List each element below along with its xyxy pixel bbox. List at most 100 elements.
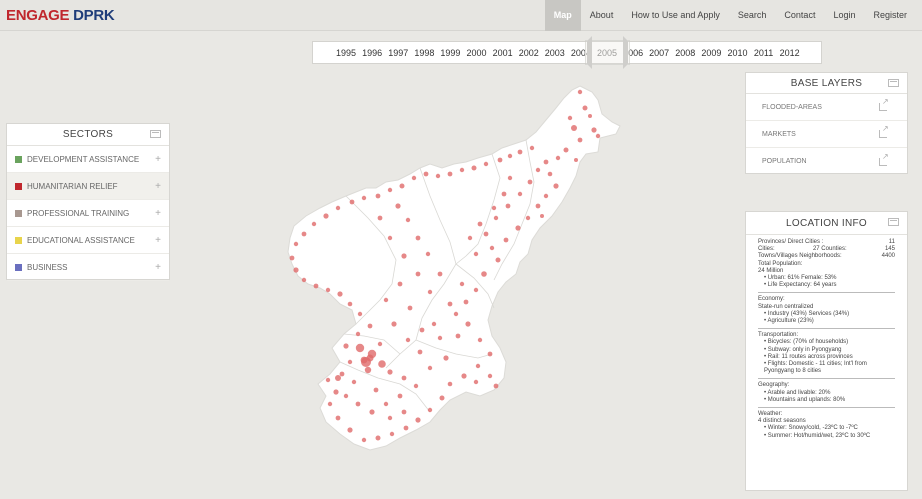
activity-marker[interactable] (373, 387, 379, 393)
minimize-icon[interactable] (888, 218, 899, 226)
activity-marker[interactable] (447, 301, 453, 307)
activity-marker[interactable] (360, 356, 368, 364)
activity-marker[interactable] (574, 158, 578, 162)
activity-marker[interactable] (325, 287, 331, 293)
activity-marker[interactable] (289, 255, 295, 261)
activity-marker[interactable] (355, 343, 365, 353)
activity-marker[interactable] (455, 333, 461, 339)
sector-professional-training[interactable]: PROFESSIONAL TRAINING + (7, 200, 169, 227)
activity-marker[interactable] (369, 409, 375, 415)
activity-marker[interactable] (463, 299, 469, 305)
activity-marker[interactable] (507, 153, 513, 159)
dprk-map[interactable] (280, 78, 630, 458)
plus-icon[interactable]: + (155, 154, 161, 165)
year-2003[interactable]: 2003 (542, 48, 568, 58)
nav-map[interactable]: Map (544, 0, 581, 31)
year-1997[interactable]: 1997 (385, 48, 411, 58)
external-link-icon[interactable] (879, 97, 889, 111)
activity-marker[interactable] (591, 127, 597, 133)
activity-marker[interactable] (431, 321, 437, 327)
activity-marker[interactable] (347, 427, 353, 433)
activity-marker[interactable] (543, 159, 549, 165)
activity-marker[interactable] (413, 383, 419, 389)
activity-marker[interactable] (399, 183, 405, 189)
nav-register[interactable]: Register (864, 0, 916, 31)
activity-marker[interactable] (415, 271, 421, 277)
sector-humanitarian-relief[interactable]: HUMANITARIAN RELIEF + (7, 173, 169, 200)
activity-marker[interactable] (375, 435, 381, 441)
activity-marker[interactable] (543, 193, 549, 199)
activity-marker[interactable] (387, 235, 393, 241)
activity-marker[interactable] (467, 235, 473, 241)
activity-marker[interactable] (361, 437, 367, 443)
activity-marker[interactable] (323, 213, 329, 219)
minimize-icon[interactable] (888, 79, 899, 87)
activity-marker[interactable] (459, 281, 465, 287)
plus-icon[interactable]: + (155, 181, 161, 192)
activity-marker[interactable] (481, 271, 487, 277)
activity-marker[interactable] (401, 375, 407, 381)
activity-marker[interactable] (443, 355, 449, 361)
layer-population[interactable]: POPULATION (746, 148, 907, 175)
year-2009[interactable]: 2009 (698, 48, 724, 58)
nav-search[interactable]: Search (729, 0, 776, 31)
activity-marker[interactable] (387, 187, 393, 193)
activity-marker[interactable] (417, 349, 423, 355)
activity-marker[interactable] (483, 161, 489, 167)
nav-contact[interactable]: Contact (775, 0, 824, 31)
year-2012[interactable]: 2012 (777, 48, 803, 58)
activity-marker[interactable] (495, 257, 501, 263)
activity-marker[interactable] (377, 215, 383, 221)
activity-marker[interactable] (505, 203, 511, 209)
activity-marker[interactable] (411, 175, 417, 181)
activity-marker[interactable] (337, 291, 343, 297)
layer-flooded-areas[interactable]: FLOODED-AREAS (746, 94, 907, 121)
activity-marker[interactable] (577, 137, 583, 143)
year-2002[interactable]: 2002 (516, 48, 542, 58)
activity-marker[interactable] (483, 231, 489, 237)
activity-marker[interactable] (553, 183, 559, 189)
activity-marker[interactable] (493, 215, 499, 221)
year-1995[interactable]: 1995 (333, 48, 359, 58)
activity-marker[interactable] (435, 173, 441, 179)
activity-marker[interactable] (427, 365, 433, 371)
layer-markets[interactable]: MARKETS (746, 121, 907, 148)
activity-marker[interactable] (335, 415, 341, 421)
activity-marker[interactable] (403, 425, 409, 431)
activity-marker[interactable] (477, 221, 483, 227)
activity-marker[interactable] (540, 214, 544, 218)
year-2001[interactable]: 2001 (490, 48, 516, 58)
activity-marker[interactable] (343, 393, 349, 399)
activity-marker[interactable] (582, 105, 588, 111)
external-link-icon[interactable] (879, 152, 889, 166)
activity-marker[interactable] (378, 360, 386, 368)
activity-marker[interactable] (471, 165, 477, 171)
activity-marker[interactable] (567, 115, 573, 121)
activity-marker[interactable] (477, 337, 483, 343)
activity-marker[interactable] (301, 277, 307, 283)
activity-marker[interactable] (577, 89, 583, 95)
activity-marker[interactable] (347, 359, 353, 365)
activity-marker[interactable] (517, 191, 523, 197)
activity-marker[interactable] (461, 373, 467, 379)
minimize-icon[interactable] (150, 130, 161, 138)
nav-how-to-use[interactable]: How to Use and Apply (622, 0, 729, 31)
activity-marker[interactable] (547, 171, 553, 177)
nav-about[interactable]: About (581, 0, 623, 31)
activity-marker[interactable] (517, 149, 523, 155)
activity-marker[interactable] (423, 171, 429, 177)
activity-marker[interactable] (397, 393, 403, 399)
activity-marker[interactable] (501, 191, 507, 197)
year-1998[interactable]: 1998 (411, 48, 437, 58)
activity-marker[interactable] (489, 245, 495, 251)
year-2010[interactable]: 2010 (724, 48, 750, 58)
activity-marker[interactable] (349, 199, 355, 205)
activity-marker[interactable] (437, 271, 443, 277)
activity-marker[interactable] (355, 331, 361, 337)
activity-marker[interactable] (419, 327, 425, 333)
activity-marker[interactable] (425, 251, 431, 257)
activity-marker[interactable] (401, 409, 407, 415)
year-range-handle[interactable] (585, 36, 630, 69)
activity-marker[interactable] (387, 415, 393, 421)
activity-marker[interactable] (361, 195, 367, 201)
